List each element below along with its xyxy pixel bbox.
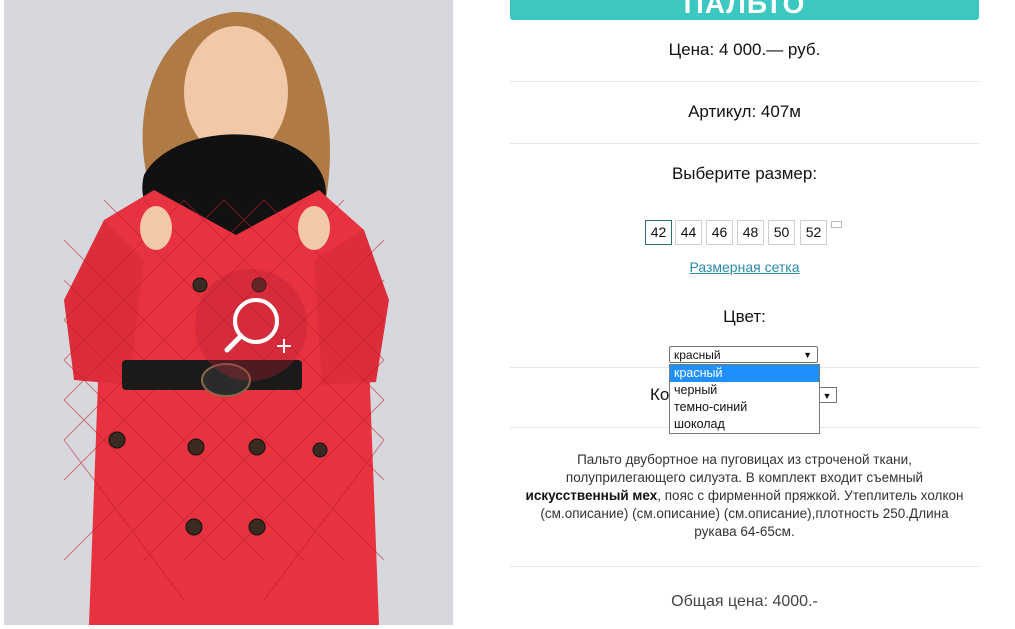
price: Цена: 4 000.— руб.	[668, 40, 821, 59]
size-heading: Выберите размер:	[671, 164, 818, 183]
size-option-52[interactable]: 52	[800, 220, 827, 245]
size-option-42[interactable]: 42	[645, 220, 672, 245]
quantity-label: Ко	[650, 385, 670, 404]
size-option-50[interactable]: 50	[768, 220, 795, 245]
triangle-down-icon: ▼	[803, 350, 812, 360]
color-option-chocolate[interactable]: шоколад	[670, 416, 819, 433]
color-heading: Цвет:	[723, 307, 766, 326]
size-option-44[interactable]: 44	[675, 220, 702, 245]
divider	[510, 81, 979, 82]
title-bar: ПАЛЬТО	[510, 0, 979, 20]
quantity-select-arrow[interactable]: ▼	[818, 387, 837, 403]
color-option-black[interactable]: черный	[670, 382, 819, 399]
color-select[interactable]: красный ▼	[669, 346, 818, 363]
color-option-navy[interactable]: темно-синий	[670, 399, 819, 416]
product-illustration	[63, 11, 389, 625]
product-title: ПАЛЬТО	[683, 0, 806, 19]
total-price: Общая цена: 4000.-	[671, 593, 818, 610]
article-number: Артикул: 407м	[688, 102, 801, 121]
divider	[510, 566, 979, 567]
product-description: Пальто двубортное на пуговицах из строче…	[520, 451, 969, 541]
color-select-value: красный	[674, 348, 721, 362]
color-option-red[interactable]: красный	[670, 365, 819, 382]
color-dropdown-list: красный черный темно-синий шоколад	[669, 364, 820, 434]
size-chart-link[interactable]: Размерная сетка	[510, 259, 979, 275]
description-text-1: Пальто двубортное на пуговицах из строче…	[565, 452, 924, 485]
divider	[510, 143, 979, 144]
size-option-46[interactable]: 46	[706, 220, 733, 245]
size-option-48[interactable]: 48	[737, 220, 764, 245]
product-image[interactable]	[4, 0, 453, 625]
description-bold: искусственный мех	[525, 488, 658, 503]
size-more-checkbox[interactable]	[831, 221, 842, 228]
